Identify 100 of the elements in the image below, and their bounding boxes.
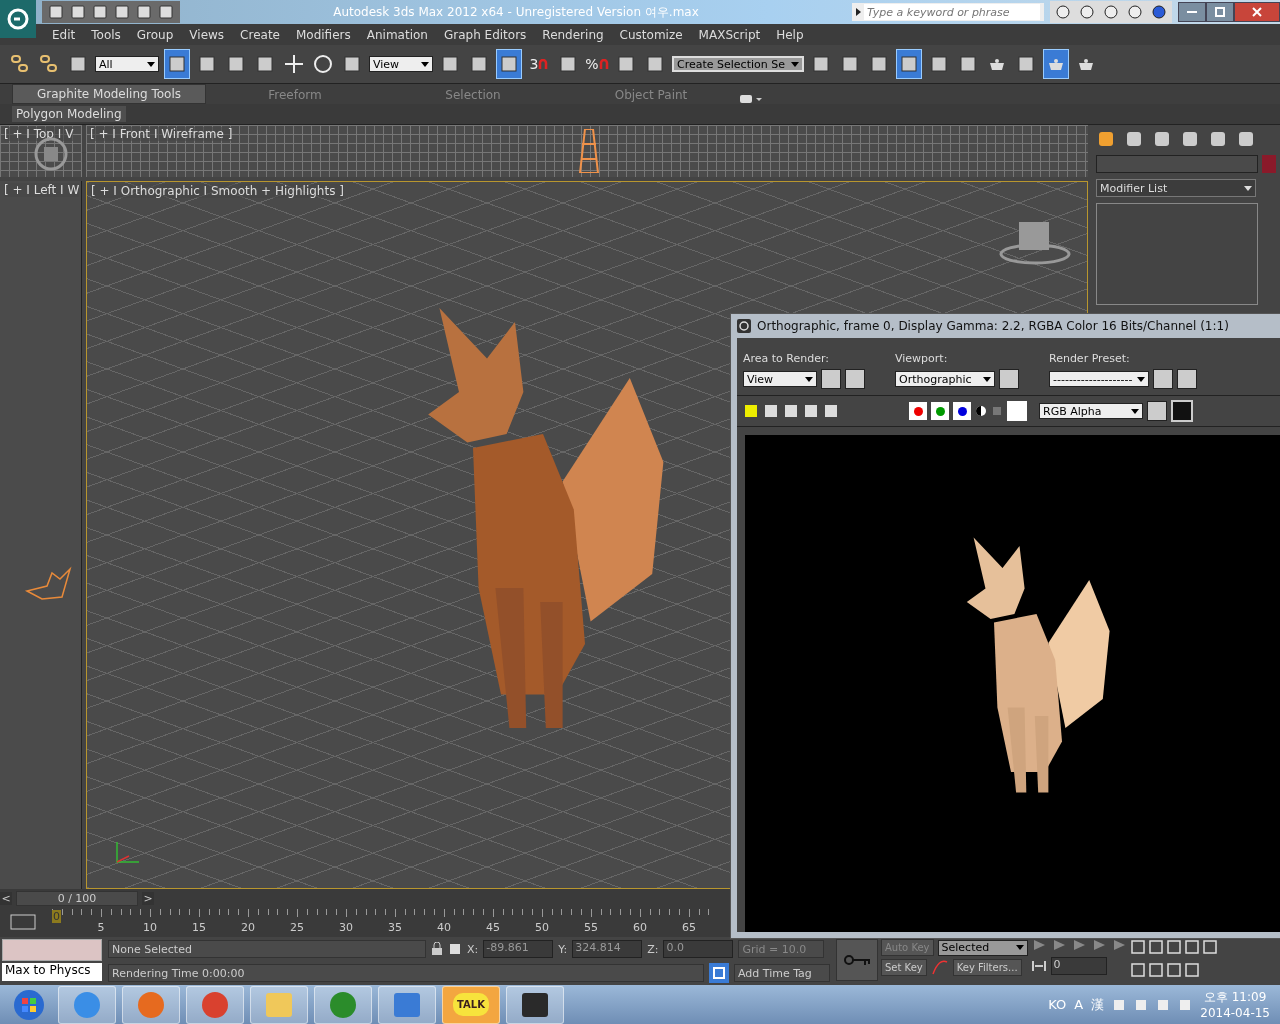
app-icon [264,990,294,1019]
channel-toggle-button[interactable] [953,402,971,420]
menu-item[interactable]: MAXScript [690,27,769,42]
viewport-label[interactable]: [ + I Orthographic I Smooth + Highlights ] [91,184,344,198]
windows-logo-icon [13,988,45,1021]
search-field[interactable]: Type a keyword or phrase [852,3,1044,21]
set-key-mode-button[interactable] [836,939,878,981]
window-title: Autodesk 3ds Max 2012 x64 - Unregistered Version 여우.max [332,3,700,21]
percent-snap-button[interactable]: % [585,50,609,78]
caret-icon [1015,945,1024,950]
menu-item[interactable]: Rendering [534,27,612,42]
key-mode-dropdown[interactable]: Selected [937,939,1028,956]
script-listener-output[interactable]: Max to Physcs [2,963,102,981]
logo-icon [5,6,31,32]
key-filters-button[interactable]: Key Filters... [952,958,1022,976]
close-button[interactable] [1234,2,1280,22]
app-icon [72,989,102,1020]
channel-toggle-button[interactable] [909,402,927,420]
script-listener-field[interactable] [2,939,102,961]
menu-item[interactable]: Create [232,27,288,42]
caret-icon [805,376,813,382]
app-menu-button[interactable] [0,0,36,38]
create-panel-tab-icon[interactable] [1096,129,1116,149]
menu-item[interactable]: Group [128,27,182,42]
render-preset-dropdown[interactable]: -------------------- [1049,371,1149,387]
color-swatch[interactable] [1007,401,1027,421]
menu-item[interactable]: Customize [611,27,691,42]
menu-item[interactable]: Graph Editors [435,27,535,42]
magnet-icon [598,59,609,69]
object-name-field[interactable] [1096,155,1258,173]
overlay-button[interactable] [1147,401,1167,421]
render-window-title: Orthographic, frame 0, Display Gamma: 2.2, RGBA Color 16 Bits/Channel (1:1) [757,319,1229,333]
selection-filter-dropdown[interactable]: All [95,56,159,72]
reference-coordinate-dropdown[interactable]: View [369,56,433,72]
add-time-tag-field[interactable]: Add Time Tag [734,964,830,982]
curve-editor-icon[interactable] [8,912,38,932]
object-color-swatch[interactable] [1262,155,1276,173]
modifier-stack-list[interactable] [1096,203,1258,305]
lock-icon[interactable] [431,942,443,956]
explorer-tool-button[interactable] [896,49,922,79]
caret-icon [1137,376,1145,382]
menu-item[interactable]: Tools [83,27,129,42]
viewport-label[interactable]: [ + I Front I Wireframe ] [90,127,233,141]
render-frame-tool-button[interactable] [1043,49,1069,79]
viewport-dropdown[interactable]: Orthographic [895,371,995,387]
z-coordinate-field[interactable]: 0.0 [663,940,734,958]
x-coordinate-field[interactable]: -89.861 [483,940,554,958]
set-key-button[interactable]: Set Key [881,958,927,976]
next-frame-button[interactable]: > [142,891,154,905]
key-mode-icon[interactable] [1030,960,1047,972]
edit-region-button[interactable] [821,369,841,389]
viewport-label[interactable]: [ + I Top I V [4,127,74,141]
expand-arrow-icon[interactable] [854,7,862,17]
grid-size-status: Grid = 10.0 [738,940,825,958]
app-icon [328,989,358,1020]
fullscreen-button[interactable] [1171,400,1193,422]
keyboard-tool-button[interactable] [496,49,522,79]
viewport-label[interactable]: [ + I Left I W [4,183,80,197]
previous-frame-button[interactable]: < [0,891,12,905]
app-icon [737,319,751,333]
named-selection-dropdown[interactable]: Create Selection Se [672,56,804,72]
caret-icon [147,61,155,67]
caret-icon [1131,408,1139,414]
x-label: X: [467,942,479,956]
wireframe-fox-drawing [576,129,602,173]
menu-item[interactable]: Edit [44,27,84,42]
caret-icon [421,61,429,67]
modifier-list-dropdown[interactable]: Modifier List [1096,179,1256,197]
app-icon [136,989,166,1020]
menu-item[interactable]: Modifiers [287,27,359,42]
ribbon-panel-tab[interactable]: Polygon Modeling [12,106,126,122]
environment-button[interactable] [1177,369,1197,389]
ribbon-tab[interactable]: Graphite Modeling Tools [12,84,206,104]
taskbar-app-button[interactable]: TALK [442,985,500,1024]
restore-button[interactable] [1206,2,1234,22]
channel-dropdown[interactable]: RGB Alpha [1039,403,1143,419]
minimize-icon [1187,11,1197,13]
menu-item[interactable]: Animation [358,27,436,42]
move-arrows-icon [283,53,305,75]
lock-button[interactable] [999,369,1019,389]
caret-icon [983,376,991,382]
y-coordinate-field[interactable]: 324.814 [572,940,643,958]
ribbon-options-icon[interactable] [740,94,762,104]
mono-icon[interactable] [975,405,987,417]
auto-region-button[interactable] [845,369,865,389]
minimize-button[interactable] [1178,2,1206,22]
viewport-label: Viewport: [895,352,949,365]
select-tool-button[interactable] [164,49,190,79]
chain-link-icon [9,53,31,75]
menu-item[interactable]: Views [181,27,233,42]
caret-icon [791,61,799,67]
isolate-icon[interactable] [709,963,729,983]
channel-toggle-button[interactable] [931,402,949,420]
current-frame-field[interactable]: 0 [1050,957,1107,975]
snap-button[interactable]: 3 [527,50,551,78]
taskbar-app-button[interactable] [506,985,564,1024]
menu-item[interactable]: Help [768,27,812,42]
render-setup-button[interactable] [1153,369,1173,389]
area-to-render-dropdown[interactable]: View [743,371,817,387]
time-slider-thumb[interactable]: 0 / 100 [16,890,138,906]
